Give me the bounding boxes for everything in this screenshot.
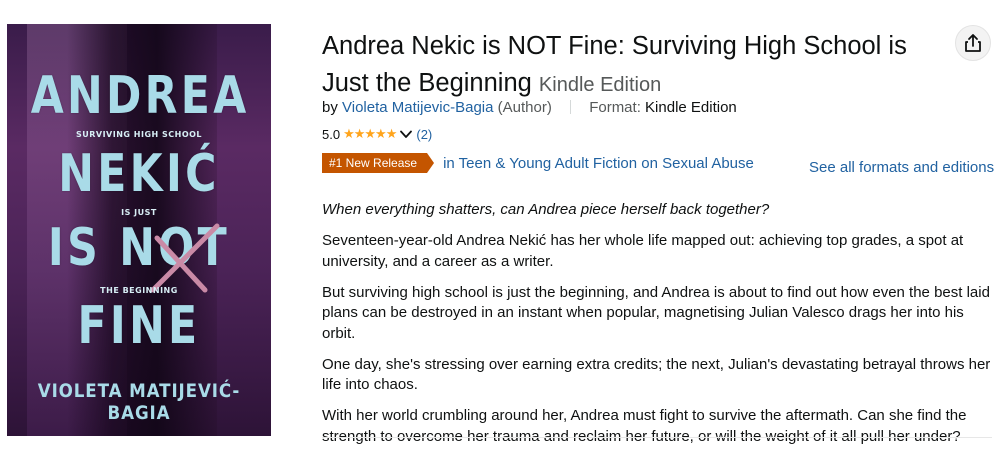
ratings-count-link[interactable]: (2)	[416, 127, 432, 142]
cover-cross-mark-icon	[150, 223, 220, 293]
share-button[interactable]	[955, 25, 991, 61]
author-link[interactable]: Violeta Matijevic-Bagia	[342, 99, 493, 116]
product-title: Andrea Nekic is NOT Fine: Surviving High…	[322, 28, 942, 104]
description-paragraph-3: One day, she's stressing over earning ex…	[322, 355, 991, 394]
author-role: (Author)	[497, 99, 552, 116]
share-icon	[965, 34, 981, 52]
cover-author: VIOLETA MATIJEVIĆ-BAGIA	[37, 380, 241, 424]
format-value: Kindle Edition	[645, 99, 737, 116]
description-paragraph-2: But surviving high school is just the be…	[322, 283, 990, 342]
new-release-badge[interactable]: #1 New Release	[322, 153, 435, 173]
cover-title-line-4: FINE	[77, 296, 201, 356]
cover-title-line-1: ANDREA	[30, 66, 250, 126]
byline: by Violeta Matijevic-Bagia (Author) Form…	[322, 99, 737, 116]
star-rating-icon[interactable]: ★★★★★	[343, 126, 397, 142]
description-paragraph-4: With her world crumbling around her, And…	[322, 407, 967, 445]
see-all-formats-link[interactable]: See all formats and editions	[809, 159, 994, 176]
chevron-down-icon[interactable]	[400, 130, 413, 139]
description-paragraph-1: Seventeen-year-old Andrea Nekić has her …	[322, 232, 964, 270]
section-divider	[322, 437, 992, 438]
cover-tagline-3: THE BEGINNING	[100, 286, 178, 295]
rating-row: 5.0 ★★★★★ (2)	[322, 126, 432, 142]
cover-tagline-1: SURVIVING HIGH SCHOOL	[75, 130, 203, 139]
byline-by: by	[322, 99, 338, 116]
description-lead: When everything shatters, can Andrea pie…	[322, 201, 770, 218]
cover-title-line-2: NEKIĆ	[58, 144, 220, 204]
book-description: When everything shatters, can Andrea pie…	[322, 200, 992, 458]
book-cover-image[interactable]: ANDREA SURVIVING HIGH SCHOOL NEKIĆ IS JU…	[7, 24, 271, 436]
byline-divider	[570, 100, 572, 114]
format-label: Format:	[589, 99, 641, 116]
rating-score: 5.0	[322, 126, 341, 142]
product-edition: Kindle Edition	[538, 74, 662, 96]
cover-tagline-2: IS JUST	[121, 208, 157, 217]
new-release-row: #1 New Release in Teen & Young Adult Fic…	[322, 153, 754, 173]
badge-category-link[interactable]: in Teen & Young Adult Fiction on Sexual …	[443, 155, 754, 172]
